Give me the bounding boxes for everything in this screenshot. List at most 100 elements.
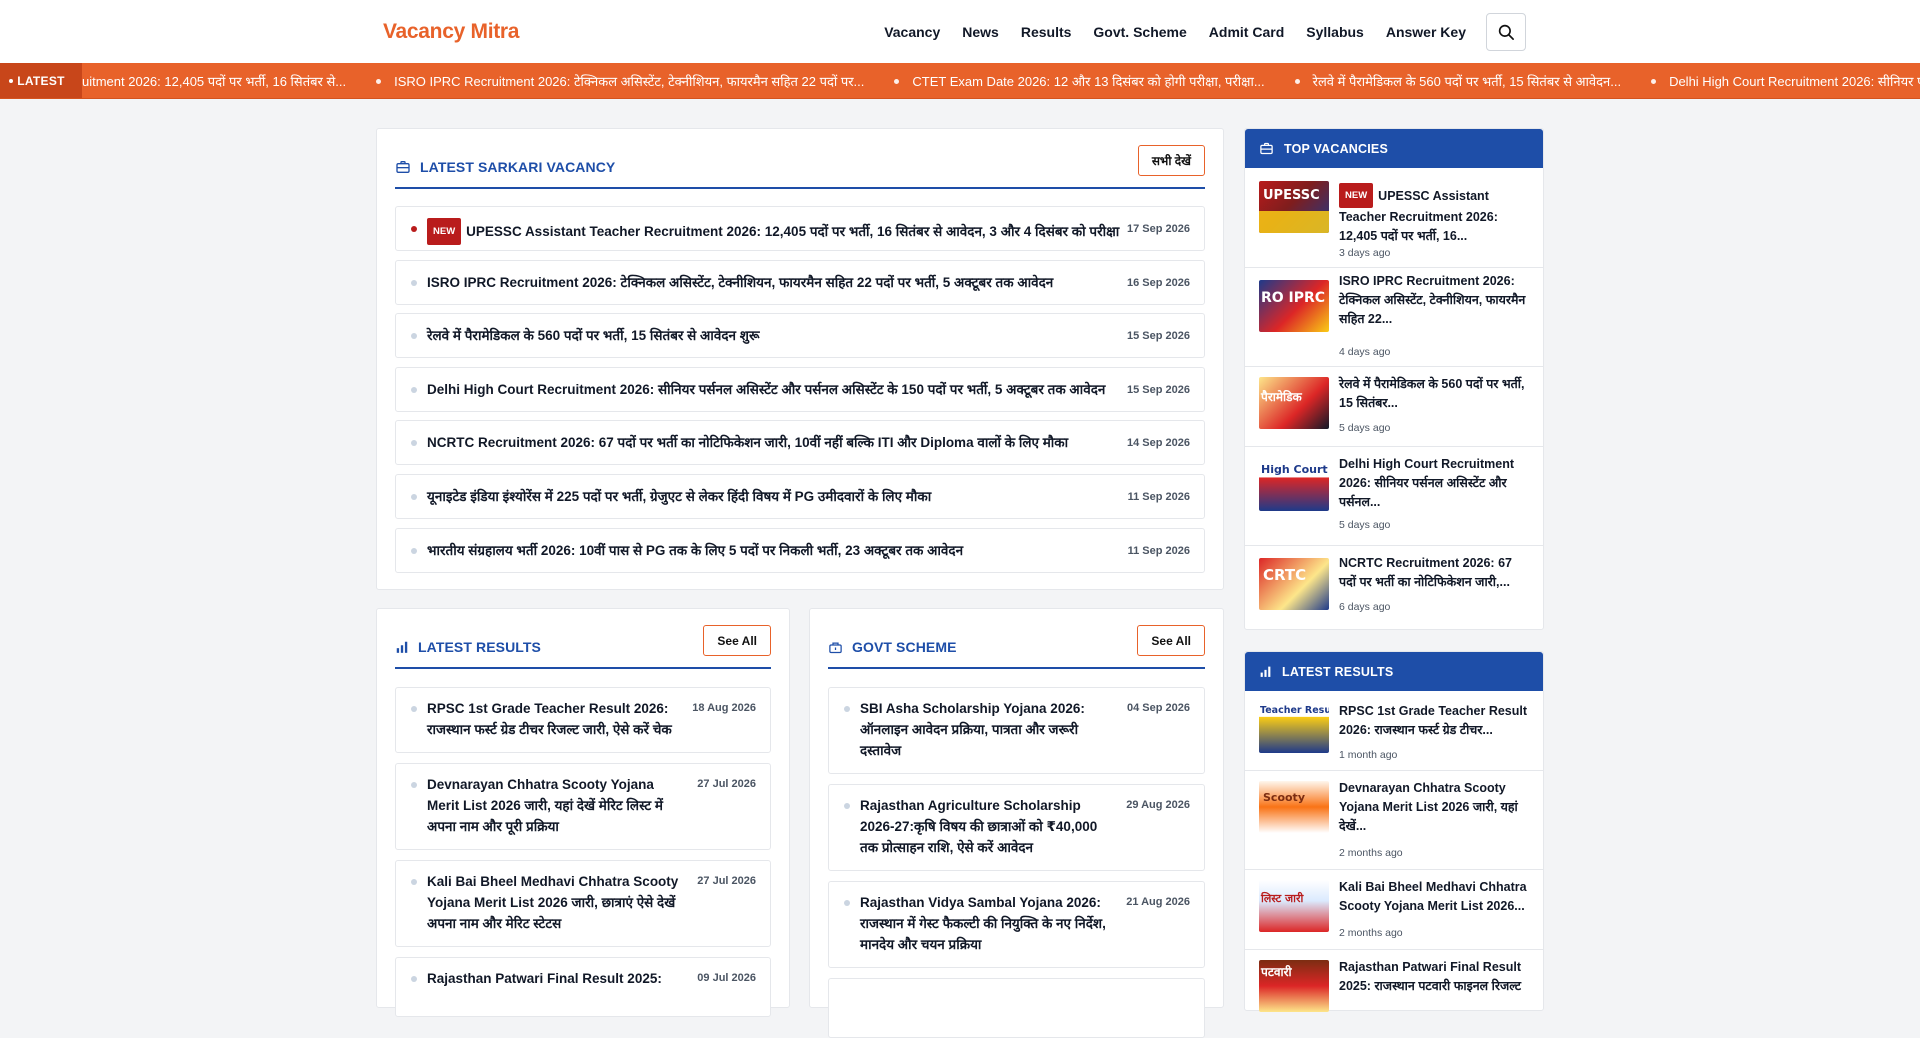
top-vacancy-title: NCRTC Recruitment 2026: 67 पदों पर भर्ती… [1339, 556, 1512, 589]
scheme-row-date: 04 Sep 2026 [1127, 702, 1190, 714]
latest-results-header: LATEST RESULTS See All [395, 625, 771, 669]
side-result-item[interactable]: लिस्ट जारी Kali Bai Bheel Medhavi Chhatr… [1245, 870, 1543, 950]
nav-results[interactable]: Results [1021, 24, 1072, 40]
svg-text:लिस्ट जारी: लिस्ट जारी [1260, 891, 1304, 905]
vacancy-row-date: 11 Sep 2026 [1127, 491, 1190, 503]
scheme-row[interactable] [828, 978, 1205, 1038]
see-all-scheme-button[interactable]: See All [1137, 625, 1205, 656]
result-row[interactable]: Devnarayan Chhatra Scooty Yojana Merit L… [395, 763, 771, 850]
ticker-item[interactable]: uitment 2026: 12,405 पदों पर भर्ती, 16 स… [82, 72, 346, 90]
top-vacancy-title: ISRO IPRC Recruitment 2026: टेक्निकल असि… [1339, 274, 1526, 326]
vacancy-row-date: 15 Sep 2026 [1127, 330, 1190, 342]
nav-govt-scheme[interactable]: Govt. Scheme [1093, 24, 1186, 40]
bullet-dot [844, 706, 850, 712]
vacancy-row[interactable]: ISRO IPRC Recruitment 2026: टेक्निकल असि… [395, 260, 1205, 305]
see-all-results-button[interactable]: See All [703, 625, 771, 656]
bullet-dot [411, 782, 417, 788]
ticker-item[interactable]: CTET Exam Date 2026: 12 और 13 दिसंबर को … [894, 72, 1264, 90]
ticker-item[interactable]: रेलवे में पैरामेडिकल के 560 पदों पर भर्त… [1295, 72, 1621, 90]
top-vacancy-item[interactable]: UPESSC NEW UPESSC Assistant Teacher Recru… [1245, 169, 1543, 268]
svg-text:Teacher Result: Teacher Result [1260, 705, 1329, 716]
scheme-row[interactable]: Rajasthan Agriculture Scholarship 2026-2… [828, 784, 1205, 871]
side-result-title: Rajasthan Patwari Final Result 2025: राज… [1339, 960, 1521, 993]
vacancy-row-date: 16 Sep 2026 [1127, 277, 1190, 289]
svg-text:UPESSC: UPESSC [1263, 188, 1320, 203]
nav-answer-key[interactable]: Answer Key [1386, 24, 1466, 40]
thumbnail-image: Teacher Result [1259, 701, 1329, 753]
svg-text:पैरामेडिक: पैरामेडिक [1260, 390, 1303, 404]
nav-news[interactable]: News [962, 24, 999, 40]
svg-text:Scooty: Scooty [1263, 791, 1305, 804]
top-vacancy-ago: 5 days ago [1339, 519, 1391, 531]
bullet-dot [411, 280, 417, 286]
top-vacancy-item[interactable]: पैरामेडिक रेलवे में पैरामेडिकल के 560 पद… [1245, 367, 1543, 447]
top-vacancy-item[interactable]: CRTC NCRTC Recruitment 2026: 67 पदों पर … [1245, 546, 1543, 630]
side-result-item[interactable]: पटवारी Rajasthan Patwari Final Result 20… [1245, 950, 1543, 1020]
svg-text:RO IPRC: RO IPRC [1261, 290, 1325, 306]
new-dot [411, 226, 417, 232]
search-icon [1498, 24, 1514, 40]
vacancy-row[interactable]: Delhi High Court Recruitment 2026: सीनिय… [395, 367, 1205, 412]
top-vacancy-item[interactable]: RO IPRC ISRO IPRC Recruitment 2026: टेक्… [1245, 268, 1543, 367]
scheme-row[interactable]: SBI Asha Scholarship Yojana 2026: ऑनलाइन… [828, 687, 1205, 774]
result-row-date: 09 Jul 2026 [697, 972, 756, 984]
bullet-dot [411, 494, 417, 500]
top-vacancy-ago: 6 days ago [1339, 601, 1391, 613]
bar-chart-icon [1260, 666, 1271, 677]
nav-vacancy[interactable]: Vacancy [884, 24, 940, 40]
govt-scheme-card: GOVT SCHEME See All SBI Asha Scholarship… [809, 608, 1224, 1038]
result-row[interactable]: Kali Bai Bheel Medhavi Chhatra Scooty Yo… [395, 860, 771, 947]
thumbnail-image: UPESSC [1259, 181, 1329, 233]
side-result-ago: 1 month ago [1339, 749, 1398, 761]
result-row-title: RPSC 1st Grade Teacher Result 2026: राजस… [427, 701, 672, 737]
vacancy-row[interactable]: रेलवे में पैरामेडिकल के 560 पदों पर भर्त… [395, 313, 1205, 358]
bar-chart-icon [396, 641, 408, 653]
side-results-header: LATEST RESULTS [1245, 652, 1543, 691]
bullet-dot [844, 900, 850, 906]
result-row-date: 27 Jul 2026 [697, 875, 756, 887]
thumbnail-image: RO IPRC [1259, 280, 1329, 332]
nav-syllabus[interactable]: Syllabus [1306, 24, 1364, 40]
govt-scheme-header: GOVT SCHEME See All [828, 625, 1205, 669]
vacancy-row-title: NEW UPESSC Assistant Teacher Recruitment … [427, 218, 1119, 245]
svg-text:पटवारी: पटवारी [1260, 965, 1293, 979]
result-row[interactable]: Rajasthan Patwari Final Result 2025: 09 … [395, 957, 771, 1017]
latest-vacancy-title: LATEST SARKARI VACANCY [420, 159, 616, 175]
scheme-row-date: 29 Aug 2026 [1126, 799, 1190, 811]
see-all-vacancy-button[interactable]: सभी देखें [1137, 145, 1205, 176]
top-vacancy-ago: 5 days ago [1339, 422, 1391, 434]
top-vacancy-item[interactable]: High Court Delhi High Court Recruitment … [1245, 447, 1543, 546]
side-result-title: RPSC 1st Grade Teacher Result 2026: राजस… [1339, 704, 1528, 737]
vacancy-row-title: भारतीय संग्रहालय भर्ती 2026: 10वीं पास स… [427, 543, 964, 558]
side-results-title: LATEST RESULTS [1282, 664, 1394, 679]
result-row-title: Devnarayan Chhatra Scooty Yojana Merit L… [427, 777, 663, 834]
svg-text:CRTC: CRTC [1263, 566, 1306, 584]
thumbnail-image: High Court [1259, 459, 1329, 511]
news-ticker: LATEST uitment 2026: 12,405 पदों पर भर्त… [0, 63, 1920, 99]
vacancy-row[interactable]: भारतीय संग्रहालय भर्ती 2026: 10वीं पास स… [395, 528, 1205, 573]
result-row-title: Kali Bai Bheel Medhavi Chhatra Scooty Yo… [427, 874, 679, 931]
ticker-item[interactable]: ISRO IPRC Recruitment 2026: टेक्निकल असि… [376, 72, 864, 90]
top-vacancy-title: रेलवे में पैरामेडिकल के 560 पदों पर भर्त… [1339, 377, 1525, 410]
latest-vacancy-header: LATEST SARKARI VACANCY सभी देखें [395, 145, 1205, 189]
vacancy-row[interactable]: NCRTC Recruitment 2026: 67 पदों पर भर्ती… [395, 420, 1205, 465]
side-result-item[interactable]: Scooty Devnarayan Chhatra Scooty Yojana … [1245, 771, 1543, 870]
scheme-row[interactable]: Rajasthan Vidya Sambal Yojana 2026: राजस… [828, 881, 1205, 968]
vacancy-row[interactable]: NEW UPESSC Assistant Teacher Recruitment … [395, 206, 1205, 251]
new-badge: NEW [427, 218, 462, 245]
govt-scheme-title: GOVT SCHEME [852, 639, 957, 655]
side-result-item[interactable]: Teacher Result RPSC 1st Grade Teacher Re… [1245, 691, 1543, 771]
vacancy-row-date: 14 Sep 2026 [1127, 437, 1190, 449]
nav-admit-card[interactable]: Admit Card [1209, 24, 1284, 40]
bullet-dot [411, 387, 417, 393]
latest-vacancy-card: LATEST SARKARI VACANCY सभी देखें NEW UPES… [376, 128, 1224, 590]
thumbnail-art: पटवारी [1260, 965, 1293, 979]
thumbnail-art: लिस्ट जारी [1260, 891, 1304, 905]
result-row[interactable]: RPSC 1st Grade Teacher Result 2026: राजस… [395, 687, 771, 753]
ticker-item[interactable]: Delhi High Court Recruitment 2026: सीनिय… [1651, 72, 1920, 90]
scheme-row-title: Rajasthan Vidya Sambal Yojana 2026: राजस… [860, 895, 1106, 952]
vacancy-row[interactable]: यूनाइटेड इंडिया इंश्योरेंस में 225 पदों … [395, 474, 1205, 519]
search-button[interactable] [1486, 13, 1526, 51]
vacancy-row-date: 17 Sep 2026 [1127, 223, 1190, 235]
site-logo[interactable]: Vacancy Mitra [383, 20, 519, 44]
